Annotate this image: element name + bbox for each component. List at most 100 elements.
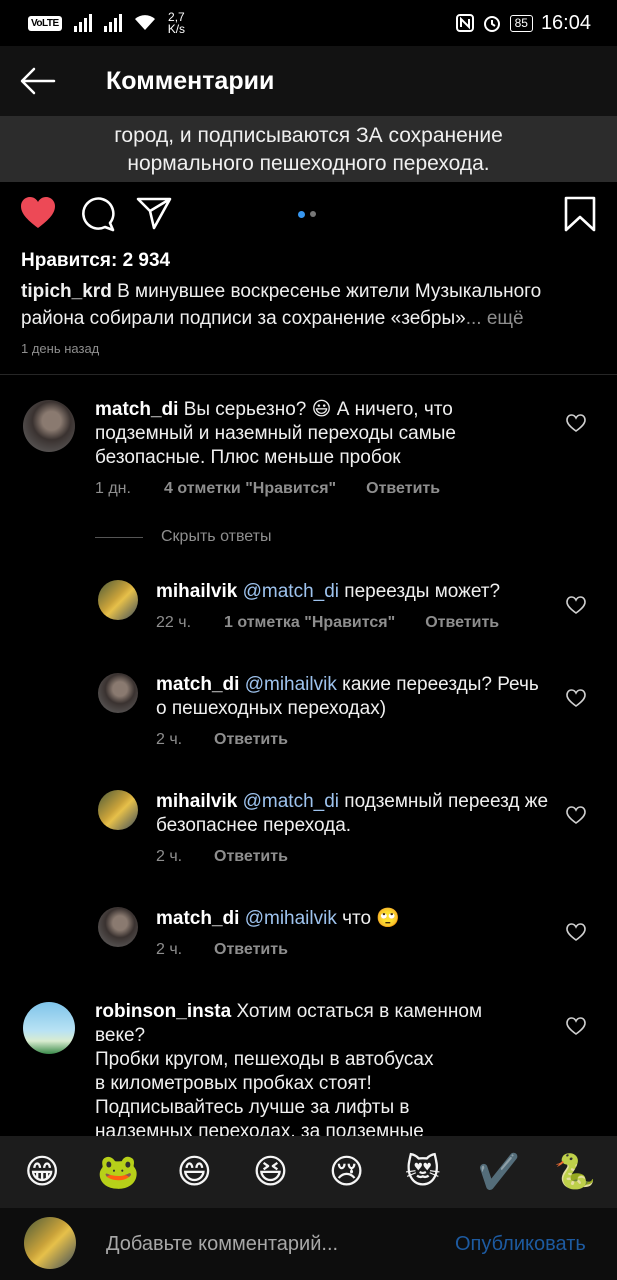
reply-button[interactable]: Ответить bbox=[214, 848, 288, 866]
comment-like-button[interactable] bbox=[566, 414, 586, 437]
comment-text: match_di Вы серьезно? 😃 А ничего, что по… bbox=[95, 398, 535, 470]
reply-content: переезды может? bbox=[339, 581, 501, 602]
comment-like-button[interactable] bbox=[566, 806, 586, 829]
mention-link[interactable]: @match_di bbox=[243, 581, 339, 602]
back-button[interactable] bbox=[0, 46, 76, 116]
reply-button[interactable]: Ответить bbox=[214, 731, 288, 749]
signal-icon-2 bbox=[103, 14, 122, 32]
publish-button[interactable]: Опубликовать bbox=[455, 1233, 586, 1256]
net-speed-unit: K/s bbox=[167, 22, 186, 36]
reply-text: match_di @mihailvik что 🙄 bbox=[156, 907, 546, 931]
heart-filled-icon bbox=[21, 197, 55, 228]
net-speed: 2,7 K/s bbox=[168, 11, 185, 35]
app-header: Комментарии bbox=[0, 46, 617, 116]
reply-button[interactable]: Ответить bbox=[425, 614, 499, 632]
emoji-check[interactable]: ✔️ bbox=[475, 1152, 523, 1192]
avatar[interactable] bbox=[98, 790, 138, 830]
battery-indicator: 85 bbox=[509, 14, 533, 32]
more-link[interactable]: ... ещё bbox=[466, 308, 524, 329]
post-author[interactable]: tipich_krd bbox=[21, 281, 112, 302]
reply-meta: 22 ч. 1 отметка "Нравится" Ответить bbox=[156, 614, 499, 632]
avatar bbox=[24, 1217, 76, 1269]
emoji-snake[interactable]: 🐍 bbox=[551, 1152, 599, 1192]
nfc-icon bbox=[455, 14, 474, 32]
alarm-icon bbox=[483, 16, 500, 32]
mention-link[interactable]: @mihailvik bbox=[245, 674, 337, 695]
comment-username[interactable]: robinson_insta bbox=[95, 1001, 231, 1022]
divider bbox=[0, 374, 617, 375]
reply-meta: 2 ч. Ответить bbox=[156, 731, 288, 749]
avatar[interactable] bbox=[23, 1002, 75, 1054]
comment-like-button[interactable] bbox=[566, 1017, 586, 1040]
send-icon bbox=[136, 197, 172, 230]
comment-bubble-icon bbox=[82, 197, 115, 232]
reply-likes[interactable]: 1 отметка "Нравится" bbox=[224, 614, 395, 632]
avatar[interactable] bbox=[98, 673, 138, 713]
status-bar: VoLTE 2,7 K/s 85 16:04 bbox=[0, 0, 617, 46]
emoji-cry[interactable]: 😢 bbox=[323, 1152, 371, 1192]
comment-like-button[interactable] bbox=[566, 923, 586, 946]
comment-like-button[interactable] bbox=[566, 596, 586, 619]
image-text-line1: город, и подписываются ЗА сохранение bbox=[114, 124, 503, 147]
heart-outline-icon bbox=[566, 596, 586, 614]
hide-replies-button[interactable]: Скрыть ответы bbox=[95, 528, 271, 546]
reply-meta: 2 ч. Ответить bbox=[156, 941, 288, 959]
avatar[interactable] bbox=[98, 580, 138, 620]
heart-outline-icon bbox=[566, 806, 586, 824]
mention-link[interactable]: @match_di bbox=[243, 791, 339, 812]
comment-content-line: Пробки кругом, пешеходы в автобусах bbox=[95, 1049, 434, 1070]
arrow-left-icon bbox=[20, 67, 56, 95]
image-overlay-text: город, и подписываются ЗА сохранение нор… bbox=[0, 122, 617, 178]
reply-meta: 2 ч. Ответить bbox=[156, 848, 288, 866]
post-actions bbox=[0, 182, 617, 246]
likes-count[interactable]: Нравится: 2 934 bbox=[21, 250, 170, 272]
comment-composer: Опубликовать bbox=[0, 1208, 617, 1280]
comment-content-line: в километровых пробках стоят! bbox=[95, 1073, 372, 1094]
comment-input[interactable] bbox=[106, 1230, 436, 1258]
reply-username[interactable]: mihailvik bbox=[156, 791, 237, 812]
emoji-smile[interactable]: 😄 bbox=[170, 1152, 218, 1192]
reply-button[interactable]: Ответить bbox=[366, 480, 440, 498]
carousel-dots bbox=[298, 211, 316, 218]
hide-replies-label: Скрыть ответы bbox=[161, 528, 272, 545]
reply-time: 2 ч. bbox=[156, 941, 183, 958]
share-button[interactable] bbox=[136, 196, 172, 235]
post-caption: tipich_krd В минувшее воскресенье жители… bbox=[21, 278, 596, 332]
emoji-laugh[interactable]: 😆 bbox=[246, 1152, 294, 1192]
reply-username[interactable]: mihailvik bbox=[156, 581, 237, 602]
mention-link[interactable]: @mihailvik bbox=[245, 908, 337, 929]
heart-outline-icon bbox=[566, 923, 586, 941]
emoji-quick-bar: 😁 🐸 😄 😆 😢 😻 ✔️ 🐍 bbox=[0, 1136, 617, 1208]
wifi-icon bbox=[134, 15, 155, 30]
reply-text: match_di @mihailvik какие переезды? Речь… bbox=[156, 673, 546, 721]
comment-button[interactable] bbox=[79, 196, 115, 237]
comment-meta: 1 дн. 4 отметки "Нравится" Ответить bbox=[95, 480, 440, 498]
emoji-heart-eyes-cat[interactable]: 😻 bbox=[399, 1152, 447, 1192]
divider-line bbox=[95, 536, 143, 538]
save-button[interactable] bbox=[564, 196, 596, 237]
signal-icon bbox=[73, 14, 92, 32]
comment-likes[interactable]: 4 отметки "Нравится" bbox=[164, 480, 336, 498]
reply-username[interactable]: match_di bbox=[156, 908, 239, 929]
comment-content-line: Подписывайтесь лучше за лифты в bbox=[95, 1097, 410, 1118]
reply-text: mihailvik @match_di подземный переезд же… bbox=[156, 790, 554, 838]
page-title: Комментарии bbox=[106, 66, 275, 95]
comment-username[interactable]: match_di bbox=[95, 399, 178, 420]
emoji-grin[interactable]: 😁 bbox=[18, 1152, 66, 1192]
avatar[interactable] bbox=[98, 907, 138, 947]
reply-button[interactable]: Ответить bbox=[214, 941, 288, 959]
like-button[interactable] bbox=[20, 196, 56, 235]
reply-username[interactable]: match_di bbox=[156, 674, 239, 695]
heart-outline-icon bbox=[566, 1017, 586, 1035]
volte-icon: VoLTE bbox=[28, 15, 62, 31]
post-image[interactable]: город, и подписываются ЗА сохранение нор… bbox=[0, 116, 617, 182]
heart-outline-icon bbox=[566, 689, 586, 707]
comment-text: robinson_insta Хотим остаться в каменном… bbox=[95, 1000, 535, 1136]
comment-like-button[interactable] bbox=[566, 689, 586, 712]
image-text-line2: нормального пешеходного перехода. bbox=[127, 152, 490, 175]
emoji-frog[interactable]: 🐸 bbox=[94, 1152, 142, 1192]
heart-outline-icon bbox=[566, 414, 586, 432]
reply-time: 22 ч. bbox=[156, 614, 192, 631]
reply-content: что 🙄 bbox=[336, 908, 401, 929]
avatar[interactable] bbox=[23, 400, 75, 452]
